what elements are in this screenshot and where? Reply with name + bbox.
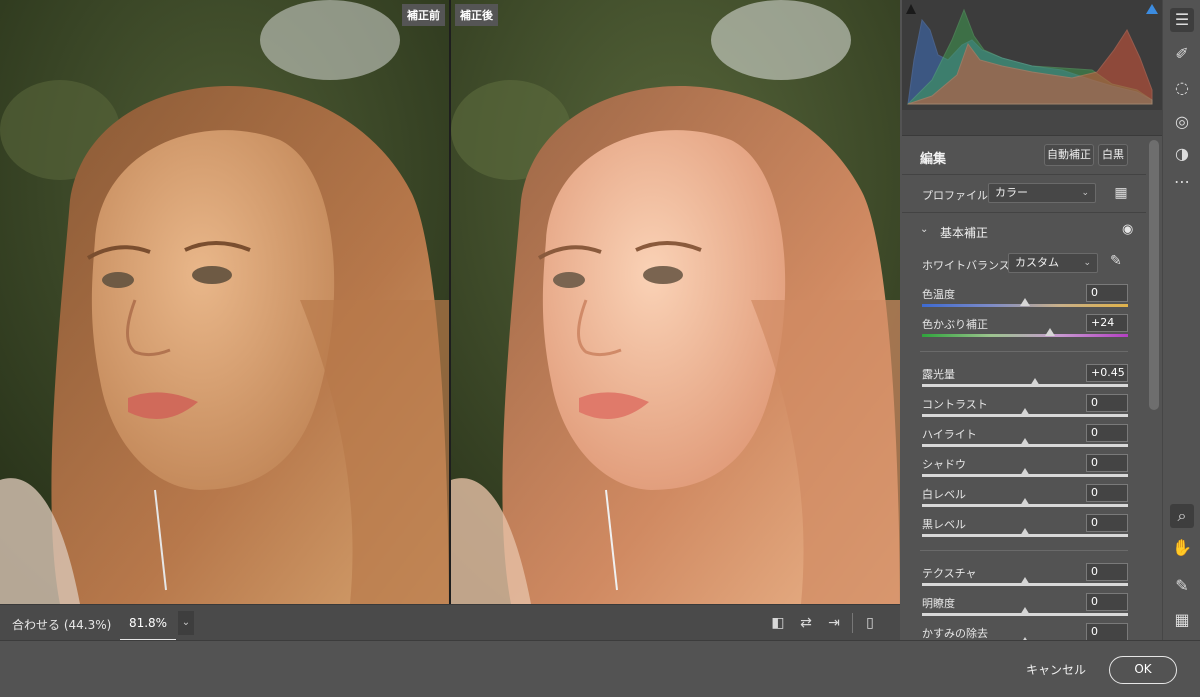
slider-label: テクスチャ — [922, 567, 977, 580]
grid-overlay-icon[interactable]: ▦ — [1170, 608, 1194, 632]
swap-before-after-icon[interactable]: ⇄ — [796, 615, 816, 631]
tool-strip: ☰ ✐ ◌ ◎ ◑ ⋯ ⌕ ✋ ✎ ▦ — [1162, 0, 1200, 640]
slider-label: 白レベル — [922, 488, 966, 501]
group-divider — [920, 351, 1128, 352]
white-balance-value: カスタム — [1015, 256, 1059, 269]
color-sampler-icon[interactable]: ✎ — [1170, 574, 1194, 598]
edit-panel: 編集 自動補正 白黒 プロファイル カラー ⌄ ▦ ⌄ 基本補正 ◉ ホワイトバ… — [902, 136, 1146, 640]
edit-sliders-icon[interactable]: ☰ — [1170, 8, 1194, 32]
slider-value-field[interactable]: 0 — [1086, 394, 1128, 412]
slider-thumb[interactable] — [1044, 328, 1055, 336]
slider-label: 黒レベル — [922, 518, 966, 531]
slider-thumb[interactable] — [1020, 607, 1030, 615]
slider-track[interactable] — [922, 334, 1128, 337]
dialog-footer: キャンセル OK — [0, 640, 1200, 697]
masking-icon[interactable]: ◌ — [1170, 76, 1194, 100]
slider-thumb[interactable] — [1020, 408, 1030, 416]
histogram-footer — [902, 110, 1162, 136]
ok-button[interactable]: OK — [1109, 656, 1177, 684]
profile-select[interactable]: カラー ⌄ — [988, 183, 1096, 203]
slider-thumb[interactable] — [1020, 528, 1030, 536]
before-after-toggle-icon[interactable]: ◧ — [768, 615, 788, 631]
after-photo — [451, 0, 900, 604]
slider-label: 明瞭度 — [922, 597, 955, 610]
zoom-icon[interactable]: ⌕ — [1170, 504, 1194, 528]
histogram — [902, 0, 1162, 110]
slider-label: 色かぶり補正 — [922, 318, 988, 331]
slider-thumb[interactable] — [1020, 498, 1030, 506]
profile-select-value: カラー — [995, 186, 1028, 199]
slider-label: シャドウ — [922, 458, 966, 471]
slider-value-field[interactable]: 0 — [1086, 484, 1128, 502]
divider — [902, 212, 1146, 213]
after-label: 補正後 — [455, 4, 498, 26]
basic-section-title[interactable]: 基本補正 — [940, 224, 988, 241]
slider-value-field[interactable]: 0 — [1086, 563, 1128, 581]
toolbar-divider — [852, 613, 853, 633]
slider-label: ハイライト — [922, 428, 977, 441]
split-view-icon[interactable]: ▯ — [860, 615, 880, 631]
divider — [902, 174, 1146, 175]
auto-button[interactable]: 自動補正 — [1044, 144, 1094, 166]
profile-browser-grid-icon[interactable]: ▦ — [1112, 184, 1130, 202]
white-balance-select[interactable]: カスタム ⌄ — [1008, 253, 1098, 273]
slider-value-field[interactable]: 0 — [1086, 623, 1128, 640]
slider-value-field[interactable]: 0 — [1086, 514, 1128, 532]
group-divider — [920, 550, 1128, 551]
zoom-fit-button[interactable]: 合わせる (44.3%) — [12, 616, 111, 633]
slider-thumb[interactable] — [1020, 468, 1030, 476]
before-image-pane: 補正前 — [0, 0, 449, 604]
visibility-eye-icon[interactable]: ◉ — [1122, 222, 1133, 237]
zoom-level-field[interactable]: 81.8% — [120, 605, 176, 641]
slider-thumb[interactable] — [1020, 438, 1030, 446]
slider-thumb[interactable] — [1020, 298, 1030, 306]
view-toolbar: 合わせる (44.3%) 81.8% ⌄ ◧ ⇄ ⇥ ▯ — [0, 604, 900, 641]
slider-label: かすみの除去 — [922, 627, 988, 640]
slider-value-field[interactable]: 0 — [1086, 284, 1128, 302]
panel-scrollbar[interactable] — [1149, 140, 1159, 410]
eyedropper-icon[interactable]: ✎ — [1110, 253, 1122, 269]
hand-icon[interactable]: ✋ — [1170, 536, 1194, 560]
slider-value-field[interactable]: 0 — [1086, 454, 1128, 472]
chevron-down-icon: ⌄ — [1083, 258, 1091, 268]
histogram-graph — [906, 8, 1153, 105]
slider-thumb[interactable] — [1030, 378, 1041, 386]
edit-title: 編集 — [920, 152, 947, 167]
zoom-dropdown-chevron-icon[interactable]: ⌄ — [178, 611, 194, 635]
slider-thumb[interactable] — [1020, 577, 1030, 585]
cancel-button[interactable]: キャンセル — [1026, 661, 1086, 678]
slider-value-field[interactable]: 0 — [1086, 593, 1128, 611]
healing-brush-icon[interactable]: ✐ — [1170, 42, 1194, 66]
presets-icon[interactable]: ◑ — [1170, 142, 1194, 166]
bw-button[interactable]: 白黒 — [1098, 144, 1128, 166]
profile-label: プロファイル — [922, 189, 988, 202]
slider-track[interactable] — [922, 384, 1128, 387]
slider-value-field[interactable]: 0 — [1086, 424, 1128, 442]
slider-label: 露光量 — [922, 368, 955, 381]
slider-label: 色温度 — [922, 288, 955, 301]
red-eye-icon[interactable]: ◎ — [1170, 110, 1194, 134]
chevron-down-icon: ⌄ — [1081, 188, 1089, 198]
copy-settings-icon[interactable]: ⇥ — [824, 615, 844, 631]
before-photo — [0, 0, 449, 604]
white-balance-label: ホワイトバランス — [922, 259, 1010, 272]
after-image-pane: 補正後 — [451, 0, 900, 604]
collapse-chevron-icon[interactable]: ⌄ — [920, 224, 928, 235]
slider-value-field[interactable]: +24 — [1086, 314, 1128, 332]
before-label: 補正前 — [402, 4, 445, 26]
image-preview: 補正前 補正後 — [0, 0, 900, 604]
more-options-icon[interactable]: ⋯ — [1170, 170, 1194, 194]
slider-value-field[interactable]: +0.45 — [1086, 364, 1128, 382]
slider-label: コントラスト — [922, 398, 988, 411]
